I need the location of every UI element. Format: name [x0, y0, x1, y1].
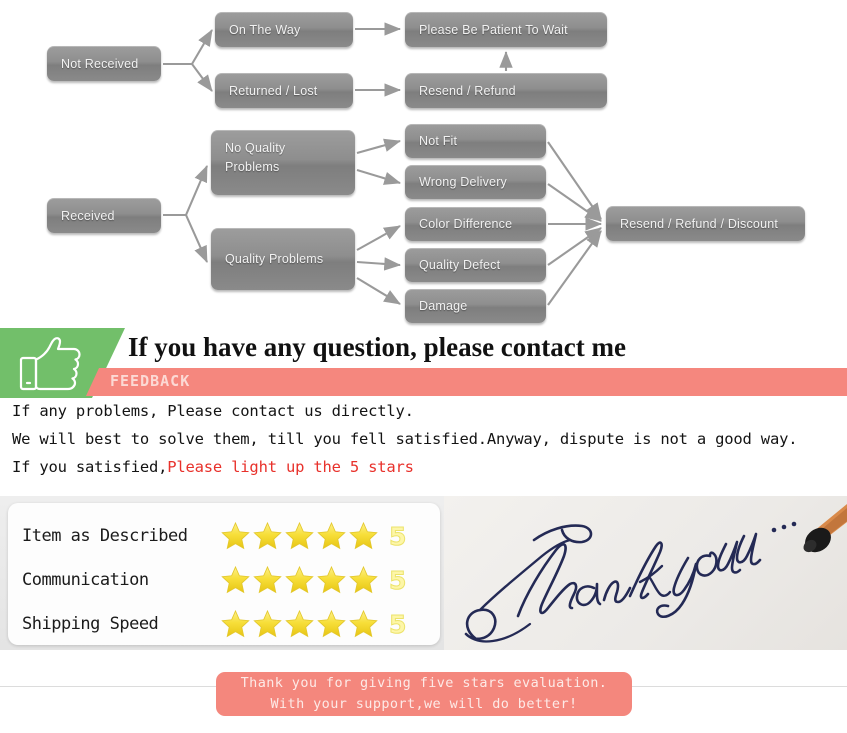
star-icon	[349, 609, 378, 638]
flow-edge-not-received-to-on-the-way	[163, 29, 213, 66]
rating-score: 5	[388, 609, 407, 639]
star-icon	[349, 521, 378, 550]
thankyou-handwriting	[464, 504, 847, 643]
thumbs-up-icon	[19, 337, 81, 391]
contact-header: FEEDBACK If you have any question, pleas…	[0, 328, 847, 398]
flow-edge-not-received-to-returned-lost	[163, 62, 213, 92]
rating-label: Shipping Speed	[22, 614, 159, 634]
message-line-2: We will best to solve them, till you fel…	[12, 430, 798, 448]
flow-node-resend-refund: Resend / Refund	[405, 73, 607, 108]
flow-edge-received-to-quality-problems	[163, 213, 208, 263]
star-icon	[349, 565, 378, 594]
flow-edge-wrong-delivery-to-resend-refund-discount	[547, 183, 602, 222]
rating-score: 5	[388, 565, 407, 595]
returns-policy-flowchart: Not Received On The Way Returned / Lost Ple…	[0, 0, 847, 330]
feedback-pink-band	[86, 368, 847, 396]
flow-edge-no-quality-problems-to-not-fit	[356, 138, 402, 155]
flow-edge-not-fit-to-resend-refund-discount	[547, 141, 602, 220]
thanks-banner: Thank you for giving five stars evaluati…	[216, 672, 632, 716]
flow-node-not-received: Not Received	[47, 46, 161, 81]
rating-panel: Item as Described 5 Communication 5 Shipping…	[0, 496, 847, 650]
flow-edge-quality-problems-to-color-difference	[356, 225, 401, 251]
flow-node-quality-defect: Quality Defect	[405, 248, 546, 282]
star-icon	[285, 609, 314, 638]
message-line-3: If you satisfied,Please light up the 5 s…	[12, 458, 414, 476]
star-icon	[221, 521, 250, 550]
flow-node-on-the-way: On The Way	[215, 12, 353, 47]
flow-node-wrong-delivery: Wrong Delivery	[405, 165, 546, 199]
flow-node-label: No Quality	[225, 141, 286, 155]
star-icon	[285, 565, 314, 594]
message-text: If any problems, Please contact us direc…	[12, 402, 414, 420]
flow-node-no-quality-problems: No Quality Problems	[211, 130, 355, 195]
star-icon	[253, 565, 282, 594]
flow-node-color-difference: Color Difference	[405, 207, 546, 241]
flow-edge-quality-problems-to-damage	[356, 277, 401, 305]
rating-label: Communication	[22, 570, 149, 590]
bottom-area: Thank you for giving five stars evaluati…	[0, 650, 847, 733]
flow-node-not-fit: Not Fit	[405, 124, 546, 158]
message-text: We will best to solve them, till you fel…	[12, 430, 798, 448]
message-line-1: If any problems, Please contact us direc…	[12, 402, 414, 420]
rating-label: Item as Described	[22, 526, 188, 546]
thankyou-image	[444, 496, 847, 650]
feedback-label: FEEDBACK	[110, 372, 191, 390]
star-icon	[221, 609, 250, 638]
rating-row: Item as Described 5	[8, 513, 440, 559]
flow-node-please-be-patient: Please Be Patient To Wait	[405, 12, 607, 47]
flow-node-label: Problems	[225, 160, 280, 175]
rating-card: Item as Described 5 Communication 5 Shipping…	[8, 503, 440, 645]
rating-stars	[220, 609, 379, 639]
star-icon	[253, 609, 282, 638]
flow-edge-quality-defect-to-resend-refund-discount	[547, 227, 602, 266]
rating-stars	[220, 565, 379, 595]
rating-score: 5	[388, 521, 407, 551]
rating-row: Communication 5	[8, 557, 440, 603]
flow-node-returned-lost: Returned / Lost	[215, 73, 353, 108]
star-icon	[285, 521, 314, 550]
star-icon	[317, 609, 346, 638]
star-icon	[221, 565, 250, 594]
flow-node-damage: Damage	[405, 289, 546, 323]
rating-row: Shipping Speed 5	[8, 601, 440, 647]
flow-node-quality-problems: Quality Problems	[211, 228, 355, 290]
flow-node-resend-refund-discount: Resend / Refund / Discount	[606, 206, 805, 241]
star-icon	[317, 565, 346, 594]
flow-node-received: Received	[47, 198, 161, 233]
message-block: If any problems, Please contact us direc…	[0, 400, 847, 492]
message-highlight: Please light up the 5 stars	[167, 458, 414, 476]
message-text: If you satisfied,	[12, 458, 168, 476]
flow-edge-quality-problems-to-quality-defect	[356, 257, 402, 271]
flow-edge-damage-to-resend-refund-discount	[547, 230, 602, 306]
flow-edge-no-quality-problems-to-wrong-delivery	[356, 168, 402, 185]
flow-edge-received-to-no-quality-problems	[163, 165, 208, 217]
thanks-line-2: With your support,we will do better!	[270, 696, 578, 712]
star-icon	[253, 521, 282, 550]
contact-title: If you have any question, please contact…	[128, 332, 626, 362]
thanks-line-1: Thank you for giving five stars evaluati…	[240, 675, 608, 692]
rating-stars	[220, 521, 379, 551]
star-icon	[317, 521, 346, 550]
